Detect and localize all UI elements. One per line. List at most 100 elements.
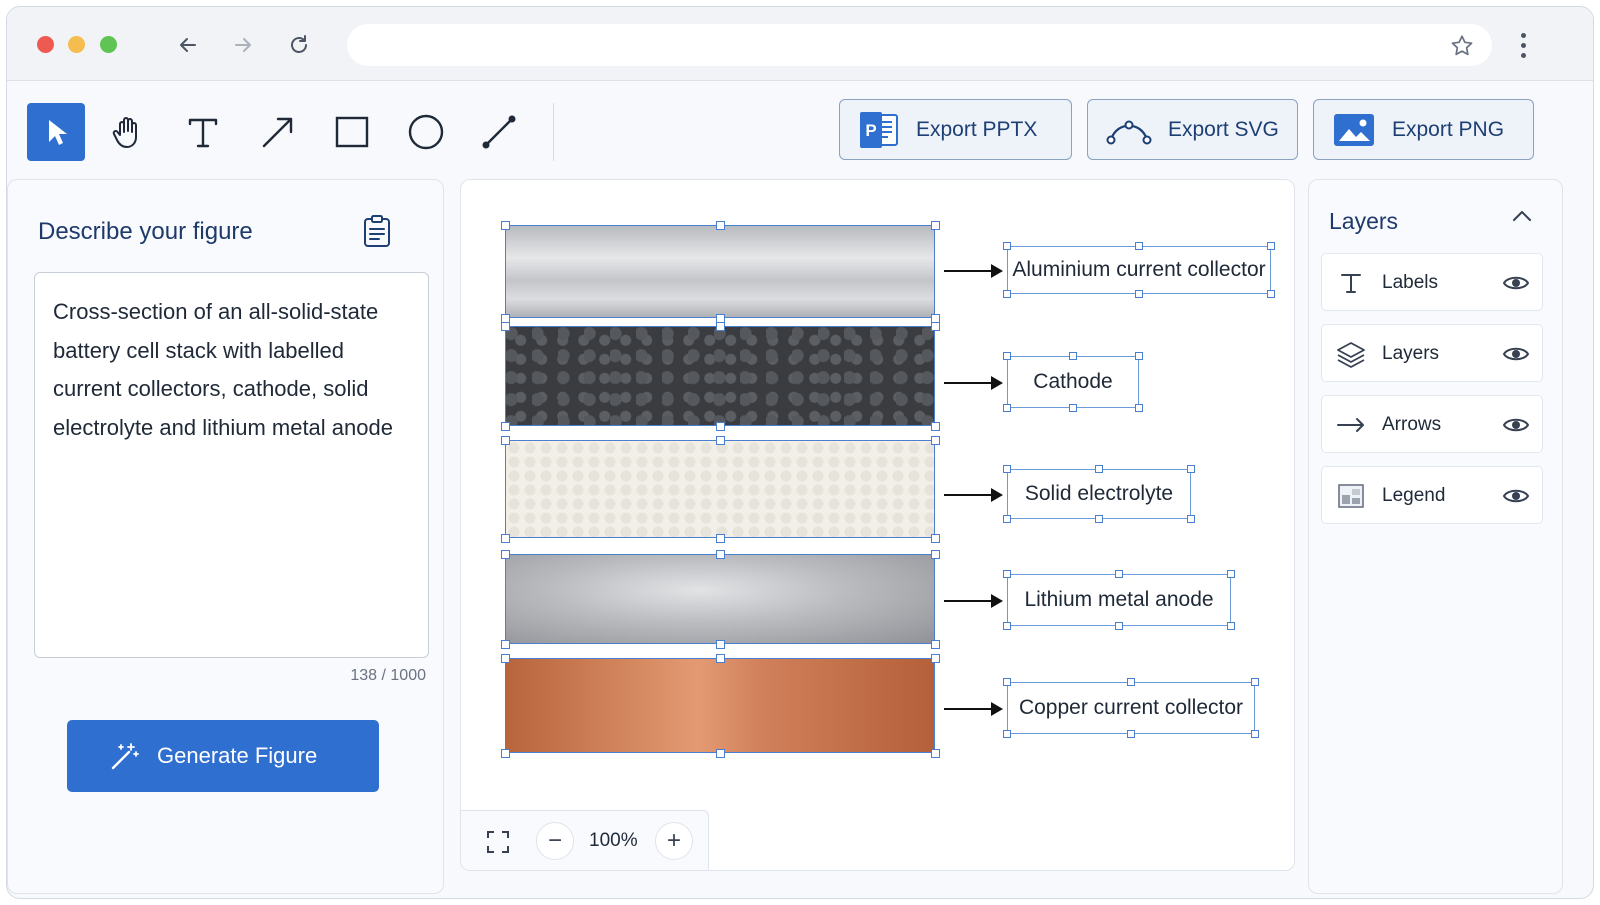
selection-handle[interactable] (930, 533, 940, 543)
selection-handle[interactable] (715, 435, 725, 445)
selection-handle[interactable] (1251, 678, 1259, 686)
selection-handle[interactable] (1115, 622, 1123, 630)
close-window-button[interactable] (37, 36, 54, 53)
back-button[interactable] (172, 29, 204, 61)
figure-description-input[interactable]: Cross-section of an all-solid-state batt… (34, 272, 429, 658)
export-png-button[interactable]: Export PNG (1313, 99, 1534, 160)
selection-handle[interactable] (1135, 290, 1143, 298)
selection-handle[interactable] (715, 748, 725, 758)
forward-button[interactable] (227, 29, 259, 61)
fit-to-screen-button[interactable] (481, 825, 515, 859)
export-svg-button[interactable]: Export SVG (1087, 99, 1298, 160)
selection-handle[interactable] (500, 435, 510, 445)
layer-row-arrows[interactable]: Arrows (1321, 395, 1543, 453)
layer-label-box[interactable]: Copper current collector (1007, 682, 1255, 734)
layer-label-box[interactable]: Cathode (1007, 356, 1139, 408)
selection-handle[interactable] (1003, 730, 1011, 738)
zoom-in-button[interactable]: + (655, 822, 693, 860)
selection-handle[interactable] (1003, 242, 1011, 250)
cathode-layer[interactable] (505, 326, 935, 426)
reload-button[interactable] (283, 29, 315, 61)
selection-handle[interactable] (500, 321, 510, 331)
selection-handle[interactable] (1267, 290, 1275, 298)
selection-handle[interactable] (1127, 730, 1135, 738)
layer-label-box[interactable]: Solid electrolyte (1007, 469, 1191, 519)
selection-handle[interactable] (930, 639, 940, 649)
copper-layer[interactable] (505, 658, 935, 753)
selection-handle[interactable] (930, 549, 940, 559)
aluminium-layer[interactable] (505, 225, 935, 318)
pointer-arrow[interactable] (944, 702, 1003, 716)
selection-handle[interactable] (1127, 678, 1135, 686)
select-tool[interactable] (27, 103, 85, 161)
selection-handle[interactable] (1095, 515, 1103, 523)
address-bar[interactable] (347, 24, 1492, 66)
selection-handle[interactable] (500, 549, 510, 559)
circle-tool[interactable] (397, 103, 455, 161)
layer-label-box[interactable]: Lithium metal anode (1007, 574, 1231, 626)
figure-canvas[interactable]: Aluminium current collector Cathode Solid … (460, 179, 1295, 871)
selection-handle[interactable] (500, 748, 510, 758)
selection-handle[interactable] (715, 533, 725, 543)
pointer-arrow[interactable] (944, 594, 1003, 608)
selection-handle[interactable] (500, 533, 510, 543)
selection-handle[interactable] (715, 421, 725, 431)
selection-handle[interactable] (930, 421, 940, 431)
eye-icon[interactable] (1502, 484, 1530, 508)
pointer-arrow[interactable] (944, 488, 1003, 502)
eye-icon[interactable] (1502, 271, 1530, 295)
chevron-up-icon[interactable] (1511, 208, 1533, 224)
selection-handle[interactable] (1187, 465, 1195, 473)
rectangle-tool[interactable] (323, 103, 381, 161)
selection-handle[interactable] (1135, 352, 1143, 360)
text-tool[interactable] (174, 103, 232, 161)
selection-handle[interactable] (930, 435, 940, 445)
selection-handle[interactable] (1251, 730, 1259, 738)
selection-handle[interactable] (1227, 622, 1235, 630)
maximize-window-button[interactable] (100, 36, 117, 53)
selection-handle[interactable] (930, 220, 940, 230)
selection-handle[interactable] (1069, 352, 1077, 360)
selection-handle[interactable] (1115, 570, 1123, 578)
selection-handle[interactable] (1003, 352, 1011, 360)
lithium-anode-layer[interactable] (505, 554, 935, 644)
selection-handle[interactable] (1267, 242, 1275, 250)
selection-handle[interactable] (1003, 290, 1011, 298)
selection-handle[interactable] (1003, 515, 1011, 523)
selection-handle[interactable] (715, 549, 725, 559)
selection-handle[interactable] (500, 421, 510, 431)
line-tool[interactable] (470, 103, 528, 161)
selection-handle[interactable] (1003, 678, 1011, 686)
selection-handle[interactable] (1003, 622, 1011, 630)
selection-handle[interactable] (1135, 242, 1143, 250)
selection-handle[interactable] (715, 220, 725, 230)
pointer-arrow[interactable] (944, 264, 1003, 278)
selection-handle[interactable] (1069, 404, 1077, 412)
layer-label-box[interactable]: Aluminium current collector (1007, 246, 1271, 294)
minimize-window-button[interactable] (68, 36, 85, 53)
selection-handle[interactable] (930, 748, 940, 758)
selection-handle[interactable] (1227, 570, 1235, 578)
selection-handle[interactable] (715, 321, 725, 331)
layer-row-layers[interactable]: Layers (1321, 324, 1543, 382)
generate-figure-button[interactable]: Generate Figure (67, 720, 379, 792)
selection-handle[interactable] (500, 639, 510, 649)
hand-tool[interactable] (99, 103, 157, 161)
zoom-out-button[interactable]: − (536, 822, 574, 860)
selection-handle[interactable] (1095, 465, 1103, 473)
layer-row-legend[interactable]: Legend (1321, 466, 1543, 524)
solid-electrolyte-layer[interactable] (505, 440, 935, 538)
selection-handle[interactable] (930, 321, 940, 331)
selection-handle[interactable] (930, 653, 940, 663)
export-pptx-button[interactable]: P Export PPTX (839, 99, 1072, 160)
notes-icon[interactable] (362, 214, 392, 248)
selection-handle[interactable] (500, 220, 510, 230)
selection-handle[interactable] (1187, 515, 1195, 523)
selection-handle[interactable] (715, 639, 725, 649)
selection-handle[interactable] (1003, 570, 1011, 578)
eye-icon[interactable] (1502, 342, 1530, 366)
selection-handle[interactable] (715, 653, 725, 663)
eye-icon[interactable] (1502, 413, 1530, 437)
arrow-tool[interactable] (249, 103, 307, 161)
layer-row-labels[interactable]: Labels (1321, 253, 1543, 311)
